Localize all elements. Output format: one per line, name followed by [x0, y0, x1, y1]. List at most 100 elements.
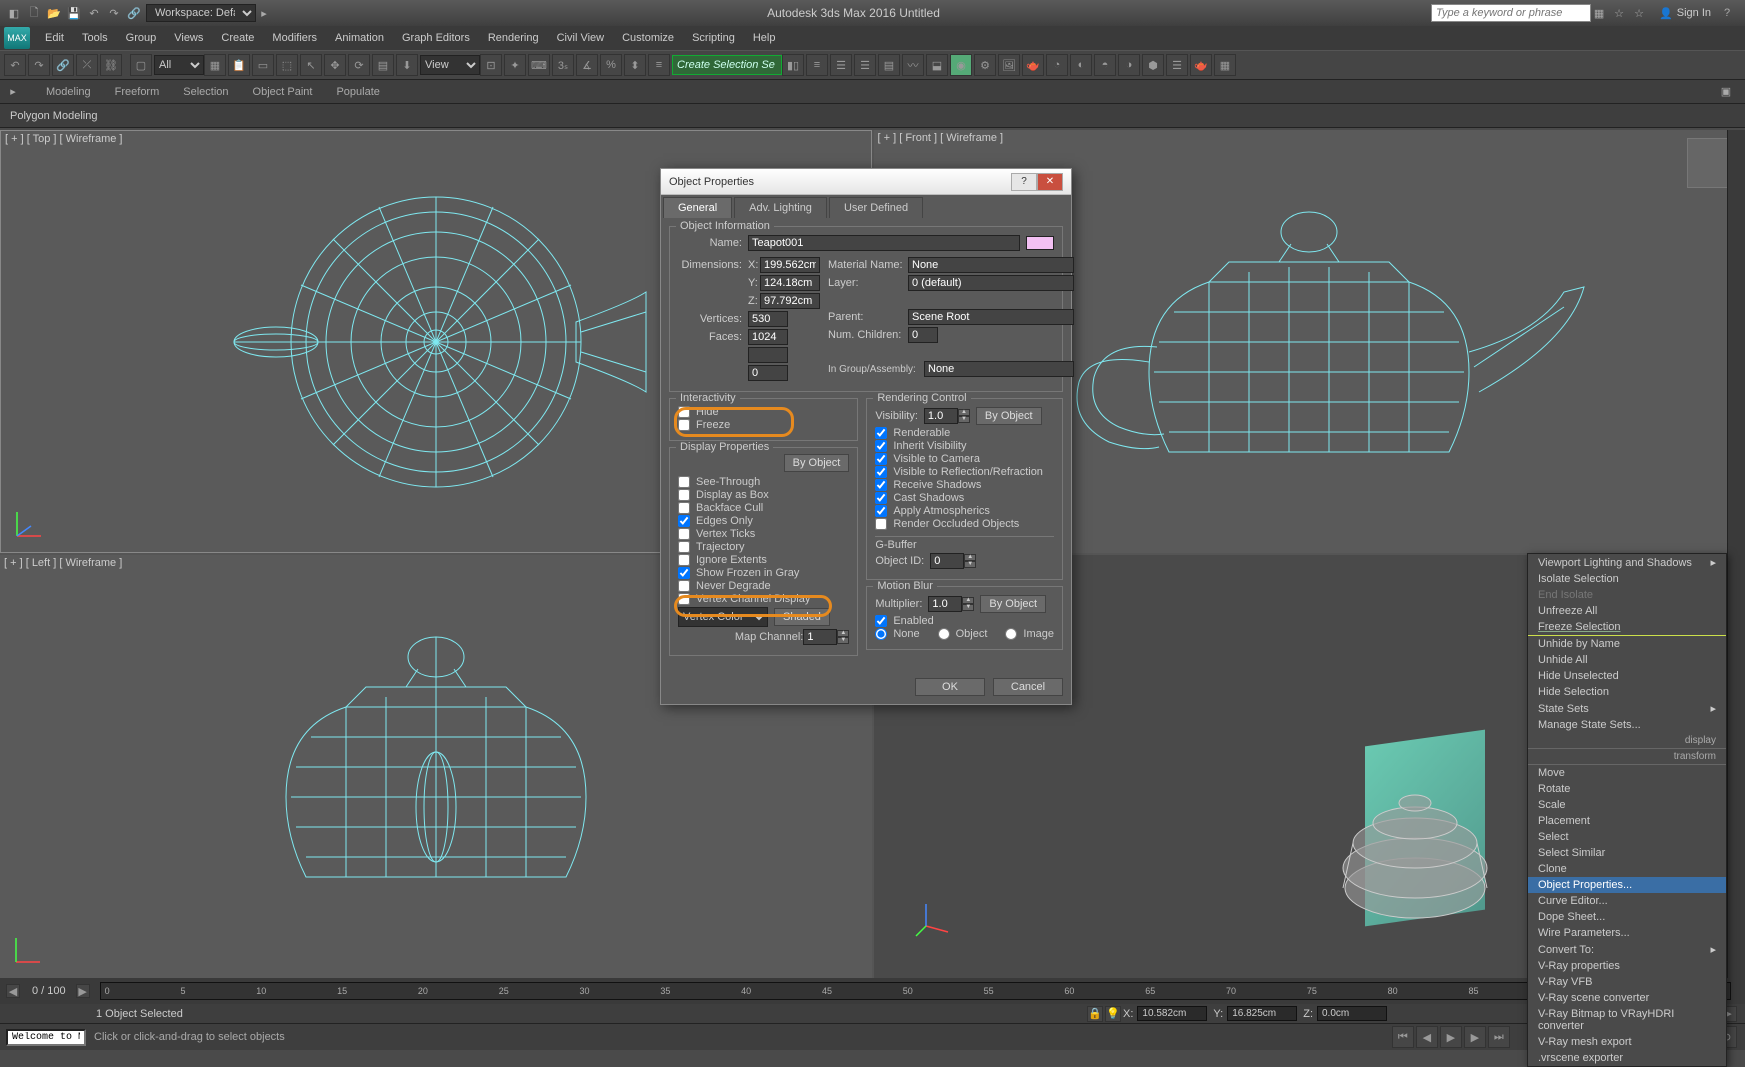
ctx-scale[interactable]: Scale	[1528, 797, 1726, 813]
search-input[interactable]	[1431, 4, 1591, 22]
named-selection-input[interactable]	[672, 55, 782, 75]
dialog-help-button[interactable]: ?	[1011, 173, 1037, 191]
menu-create[interactable]: Create	[212, 30, 263, 46]
render-button[interactable]: 🫖	[1022, 54, 1044, 76]
color-swatch[interactable]	[1026, 236, 1054, 250]
ctx-move[interactable]: Move	[1528, 765, 1726, 781]
lock-icon[interactable]: 🔒	[1087, 1006, 1103, 1022]
ctx-hide-selection[interactable]: Hide Selection	[1528, 684, 1726, 700]
ctx-state-sets[interactable]: State Sets▸	[1528, 700, 1726, 717]
ctx-viewport-lighting[interactable]: Viewport Lighting and Shadows▸	[1528, 554, 1726, 571]
coord-z-input[interactable]	[1317, 1006, 1387, 1021]
keyboard-button[interactable]: ⌨	[528, 54, 550, 76]
ok-button[interactable]: OK	[915, 678, 985, 696]
timeline-left-arrow-icon[interactable]: ◀	[6, 984, 20, 998]
tab-user-defined[interactable]: User Defined	[829, 197, 923, 218]
panorama-button[interactable]: ◔	[1046, 54, 1068, 76]
display-box-checkbox[interactable]	[678, 489, 690, 501]
mirror-button[interactable]: ▮▯	[782, 54, 804, 76]
ribbon-populate[interactable]: Populate	[336, 86, 379, 98]
ctx-clone[interactable]: Clone	[1528, 861, 1726, 877]
edges-only-checkbox[interactable]	[678, 515, 690, 527]
ctx-object-properties[interactable]: Object Properties...	[1528, 877, 1726, 893]
select-scale-button[interactable]: ▤	[372, 54, 394, 76]
ctx-isolate-selection[interactable]: Isolate Selection	[1528, 571, 1726, 587]
ctx-select-similar[interactable]: Select Similar	[1528, 845, 1726, 861]
link-icon[interactable]: 🔗	[126, 5, 142, 21]
select-by-name-button[interactable]: 📋	[228, 54, 250, 76]
coord-y-input[interactable]	[1227, 1006, 1297, 1021]
curve-editor-button[interactable]: 〰	[902, 54, 924, 76]
apply-atmos-checkbox[interactable]	[875, 505, 887, 517]
ctx-curve-editor[interactable]: Curve Editor...	[1528, 893, 1726, 909]
freeze-checkbox[interactable]	[678, 419, 690, 431]
snap-button[interactable]: 3ₛ	[552, 54, 574, 76]
shaded-button[interactable]: Shaded	[774, 608, 830, 626]
menu-views[interactable]: Views	[165, 30, 212, 46]
select-all-button[interactable]: ▦	[204, 54, 226, 76]
schematic-button[interactable]: ⬓	[926, 54, 948, 76]
menu-scripting[interactable]: Scripting	[683, 30, 744, 46]
open-icon[interactable]: 📂	[46, 5, 62, 21]
ctx-hide-unselected[interactable]: Hide Unselected	[1528, 668, 1726, 684]
render-occ-checkbox[interactable]	[875, 518, 887, 530]
bind-button[interactable]: ⛓	[100, 54, 122, 76]
maxscript-prompt[interactable]	[6, 1029, 86, 1046]
ctx-vray-properties[interactable]: V-Ray properties	[1528, 958, 1726, 974]
ctx-dope-sheet[interactable]: Dope Sheet...	[1528, 909, 1726, 925]
ctx-vray-mesh-export[interactable]: V-Ray mesh export	[1528, 1034, 1726, 1050]
dialog-titlebar[interactable]: Object Properties ? ✕	[661, 169, 1071, 195]
tool-f-button[interactable]: 🫖	[1190, 54, 1212, 76]
tab-general[interactable]: General	[663, 197, 732, 218]
play-next-button[interactable]: ▶	[1464, 1026, 1486, 1048]
menu-group[interactable]: Group	[117, 30, 166, 46]
play-prev-button[interactable]: ◀	[1416, 1026, 1438, 1048]
timeline-right-arrow-icon[interactable]: ▶	[76, 984, 90, 998]
save-icon[interactable]: 💾	[66, 5, 82, 21]
tab-adv-lighting[interactable]: Adv. Lighting	[734, 197, 827, 218]
mb-object-radio[interactable]	[938, 628, 950, 640]
new-icon[interactable]: 🗋	[26, 5, 42, 21]
select-move-button[interactable]: ✥	[324, 54, 346, 76]
menu-customize[interactable]: Customize	[613, 30, 683, 46]
ctx-vray-bitmap-converter[interactable]: V-Ray Bitmap to VRayHDRI converter	[1528, 1006, 1726, 1034]
select-filter-button[interactable]: ▢	[130, 54, 152, 76]
layers-button[interactable]: ☰	[830, 54, 852, 76]
ribbon-selection[interactable]: Selection	[183, 86, 228, 98]
ctx-unhide-by-name[interactable]: Unhide by Name	[1528, 636, 1726, 652]
mb-none-radio[interactable]	[875, 628, 887, 640]
render-frame-button[interactable]: 🖼	[998, 54, 1020, 76]
menu-civil-view[interactable]: Civil View	[548, 30, 613, 46]
redo-icon[interactable]: ↷	[106, 5, 122, 21]
window-crossing-button[interactable]: ⬚	[276, 54, 298, 76]
render-by-object-button[interactable]: By Object	[976, 407, 1042, 425]
recv-shadows-checkbox[interactable]	[875, 479, 887, 491]
material-editor-button[interactable]: ◉	[950, 54, 972, 76]
ctx-placement[interactable]: Placement	[1528, 813, 1726, 829]
manipulate-button[interactable]: ✦	[504, 54, 526, 76]
inherit-vis-checkbox[interactable]	[875, 440, 887, 452]
ctx-vray-vfb[interactable]: V-Ray VFB	[1528, 974, 1726, 990]
link-button[interactable]: 🔗	[52, 54, 74, 76]
tool-g-button[interactable]: ▦	[1214, 54, 1236, 76]
angle-snap-button[interactable]: ∡	[576, 54, 598, 76]
ribbon-polygon-modeling[interactable]: Polygon Modeling	[10, 110, 97, 122]
mb-enabled-checkbox[interactable]	[875, 615, 887, 627]
workspace-arrow-icon[interactable]: ▸	[256, 5, 272, 21]
tool-d-button[interactable]: ⬢	[1142, 54, 1164, 76]
tool-e-button[interactable]: ☰	[1166, 54, 1188, 76]
mb-by-object-button[interactable]: By Object	[980, 595, 1046, 613]
timeline[interactable]: ◀ 0 / 100 ▶ 0510152025303540455055606570…	[0, 978, 1745, 1004]
play-start-button[interactable]: ⏮	[1392, 1026, 1414, 1048]
percent-snap-button[interactable]: %	[600, 54, 622, 76]
vertex-channel-checkbox[interactable]	[678, 593, 690, 605]
ctx-unhide-all[interactable]: Unhide All	[1528, 652, 1726, 668]
ribbon-freeform[interactable]: Freeform	[115, 86, 160, 98]
vertex-ticks-checkbox[interactable]	[678, 528, 690, 540]
trajectory-checkbox[interactable]	[678, 541, 690, 553]
ribbon-collapse-icon[interactable]: ▸	[6, 85, 20, 99]
menu-animation[interactable]: Animation	[326, 30, 393, 46]
select-object-button[interactable]: ↖	[300, 54, 322, 76]
ctx-vray-scene-converter[interactable]: V-Ray scene converter	[1528, 990, 1726, 1006]
vis-camera-checkbox[interactable]	[875, 453, 887, 465]
